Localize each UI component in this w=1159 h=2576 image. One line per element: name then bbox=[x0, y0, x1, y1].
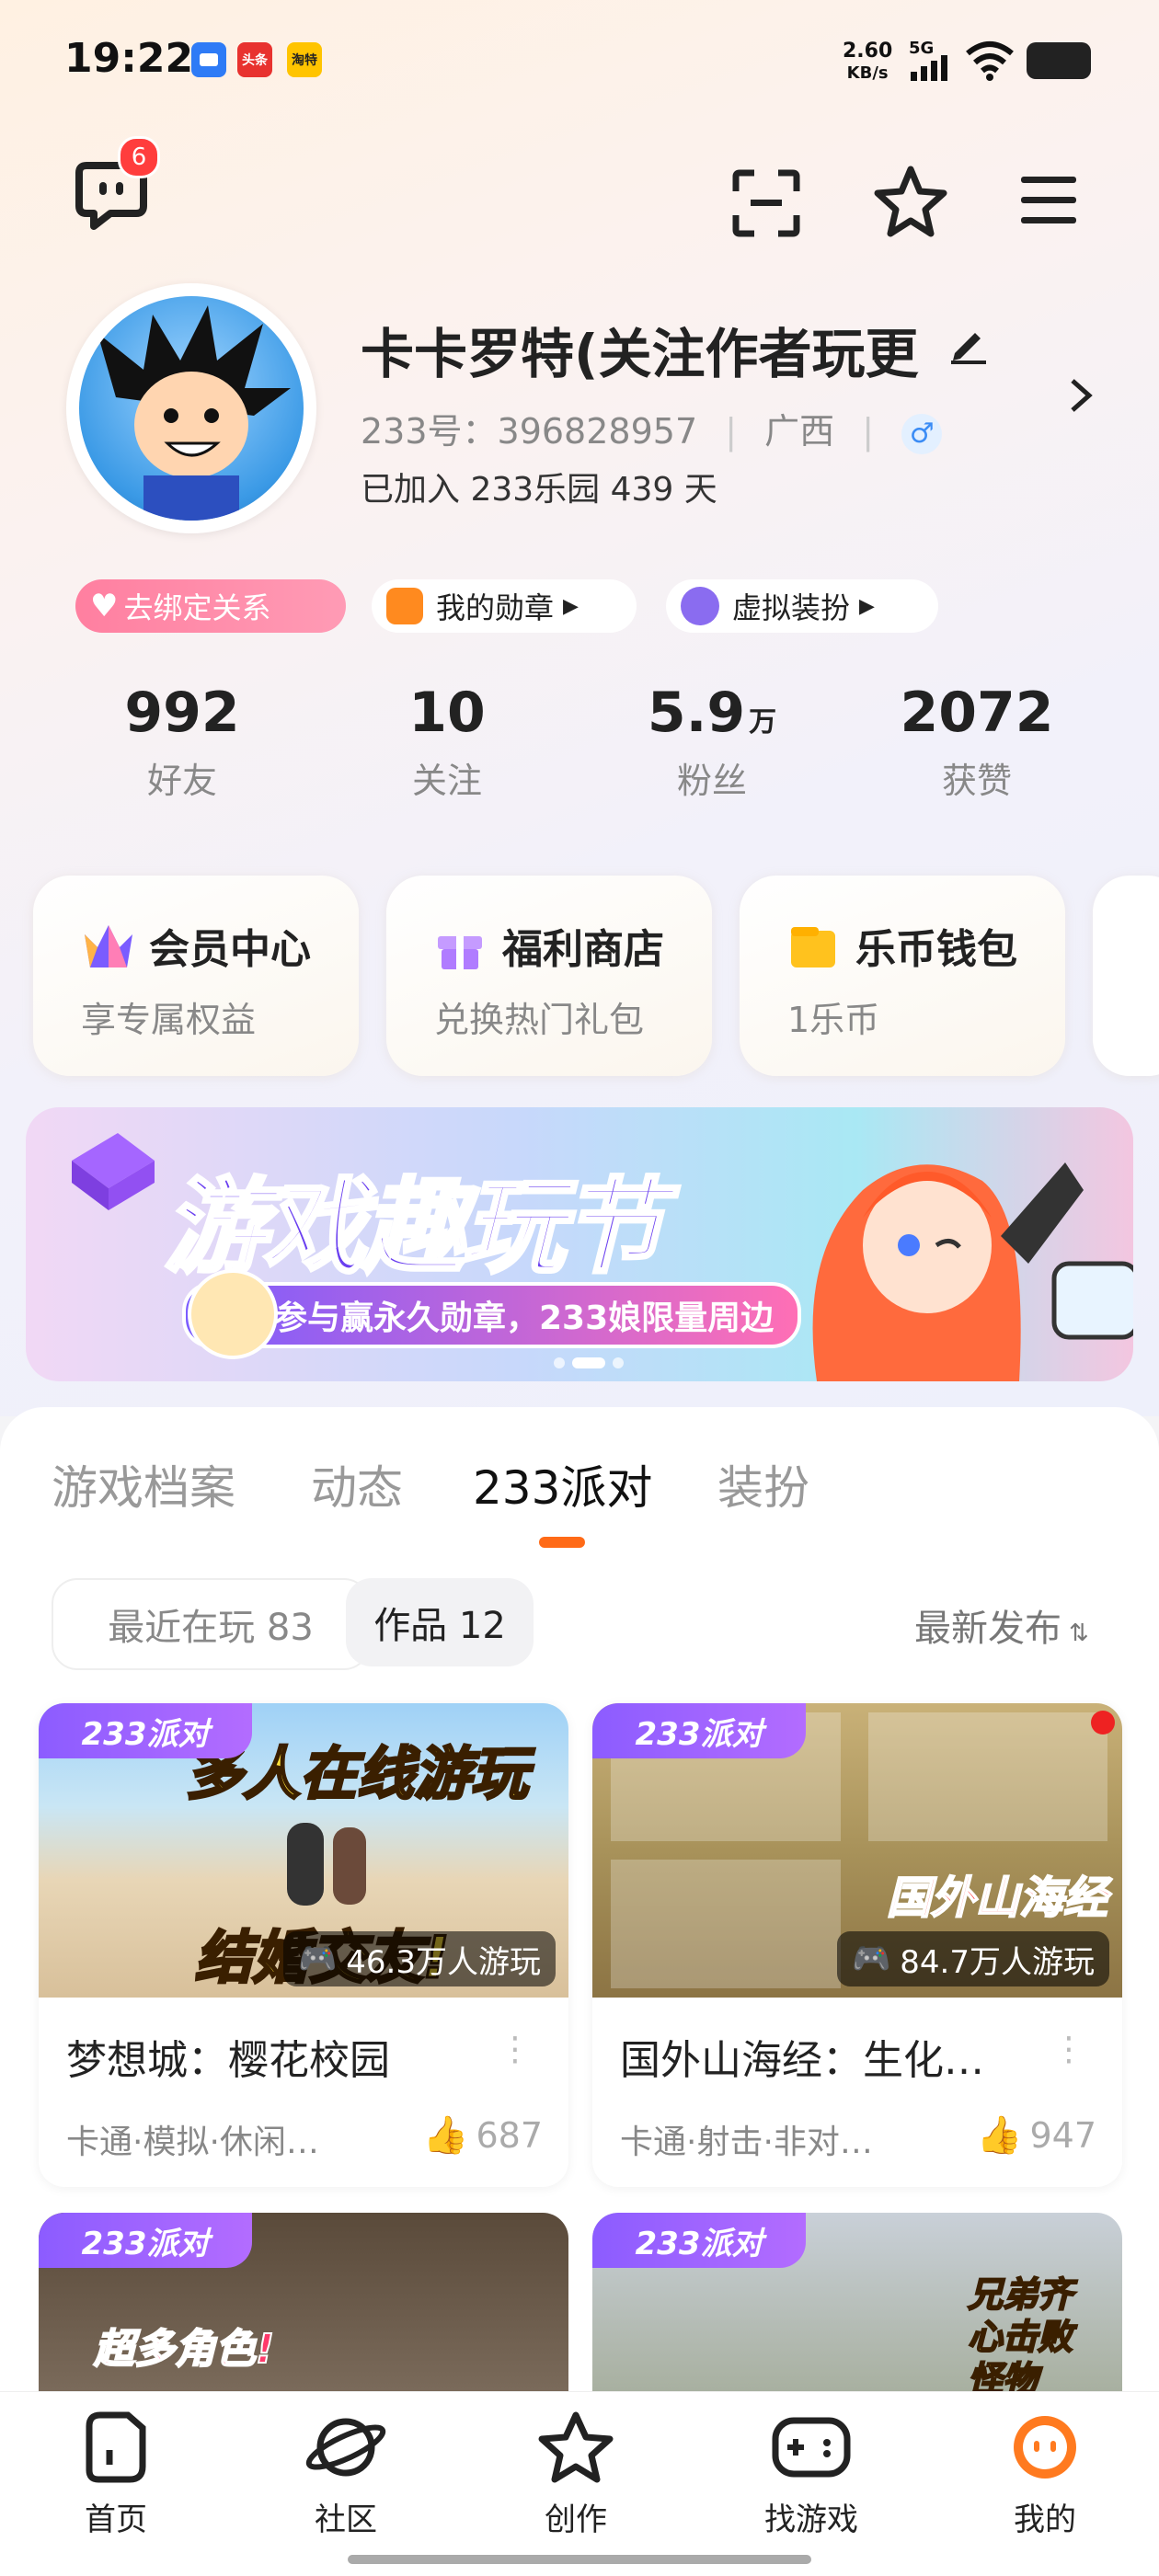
thumbs-up-icon: 👍 bbox=[976, 2114, 1023, 2157]
game-tags: 卡通·模拟·休闲… bbox=[66, 2124, 319, 2161]
close-icon bbox=[1091, 1711, 1115, 1735]
planet-icon bbox=[305, 2418, 386, 2477]
stat-fans[interactable]: 5.9 万 粉丝 bbox=[611, 681, 813, 803]
tab-233-party[interactable]: 233派对 bbox=[473, 1451, 652, 1517]
region: 广西 bbox=[764, 411, 835, 452]
signal-icon bbox=[911, 55, 947, 81]
uid-value[interactable]: 396828957 bbox=[498, 411, 698, 452]
triangle-right-icon: ▶ bbox=[859, 594, 875, 618]
nav-find-games[interactable]: 找游戏 bbox=[738, 2410, 885, 2539]
tab-activity[interactable]: 动态 bbox=[311, 1451, 403, 1517]
game-card[interactable]: 多人在线游玩 结婚交友! 233派对 🎮46.3万人游玩 梦想城：樱花校园 ⋮ … bbox=[39, 1703, 568, 2187]
game-card[interactable]: 国外山海经 233派对 🎮 84.7万人游玩 国外山海经：生化… ⋮ 卡通·射击·… bbox=[592, 1703, 1122, 2187]
medal-icon bbox=[386, 588, 423, 624]
thumbnail-caption: 超多角色! bbox=[93, 2325, 275, 2374]
likes[interactable]: 👍 947 bbox=[977, 2113, 1096, 2157]
party-tag: 233派对 bbox=[592, 2213, 806, 2268]
game-title: 国外山海经：生化… bbox=[620, 2037, 984, 2084]
gamepad-icon: 🎮 bbox=[297, 1941, 338, 1977]
toutiao-icon: 头条 bbox=[237, 42, 272, 77]
gamepad-icon: 🎮 bbox=[851, 1941, 891, 1977]
stat-friends[interactable]: 992 好友 bbox=[81, 681, 283, 803]
card-more-partial[interactable] bbox=[1093, 876, 1159, 1076]
promo-banner[interactable]: 游戏趣玩节 参与赢永久勋章，233娘限量周边 bbox=[26, 1107, 1133, 1381]
filter-works[interactable]: 作品 12 bbox=[346, 1578, 534, 1666]
game-card[interactable]: 233派对 超多角色! bbox=[39, 2213, 568, 2391]
thumbnail-caption: 国外山海经 bbox=[886, 1872, 1108, 1925]
status-time: 19:22 bbox=[64, 35, 194, 82]
tab-game-archive[interactable]: 游戏档案 bbox=[52, 1451, 235, 1517]
chevron-right-icon[interactable] bbox=[1067, 377, 1095, 414]
game-card[interactable]: 233派对 兄弟齐心击败怪物 bbox=[592, 2213, 1122, 2391]
gift-icon bbox=[438, 936, 482, 969]
nav-community[interactable]: 社区 bbox=[272, 2410, 419, 2539]
stat-likes[interactable]: 2072 获赞 bbox=[876, 681, 1078, 803]
play-count: 🎮 46.3万人游玩 bbox=[282, 1931, 556, 1986]
likes[interactable]: 👍 687 bbox=[423, 2113, 543, 2157]
favorite-star-icon[interactable] bbox=[874, 164, 947, 237]
mascot-character bbox=[812, 1162, 1133, 1381]
game-tags: 卡通·射击·非对… bbox=[620, 2124, 873, 2161]
carousel-dot-active[interactable] bbox=[572, 1357, 605, 1368]
app-notification-icon bbox=[191, 42, 226, 77]
more-vertical-icon[interactable]: ⋮ bbox=[499, 2031, 532, 2068]
thumbs-up-icon: 👍 bbox=[422, 2114, 469, 2157]
username[interactable]: 卡卡罗特(关注作者玩更 bbox=[361, 311, 919, 388]
my-medals-chip[interactable]: 我的勋章 ▶ bbox=[372, 579, 637, 633]
cat-mask-icon bbox=[681, 587, 719, 625]
gamepad-icon bbox=[772, 2417, 851, 2478]
crown-icon bbox=[85, 925, 132, 967]
tab-active-indicator bbox=[539, 1537, 585, 1548]
home-icon bbox=[86, 2411, 146, 2483]
uid-row: 233号：396828957 | 广西 | ♂ bbox=[361, 403, 943, 454]
nav-me[interactable]: 我的 bbox=[971, 2410, 1119, 2539]
home-indicator[interactable] bbox=[348, 2555, 811, 2564]
hearts-icon: ♥ bbox=[90, 588, 119, 624]
stat-following[interactable]: 10 关注 bbox=[346, 681, 548, 803]
gender-male-icon: ♂ bbox=[901, 413, 943, 454]
edit-icon[interactable] bbox=[947, 322, 990, 364]
play-count: 🎮 84.7万人游玩 bbox=[836, 1931, 1109, 1986]
card-coin-wallet[interactable]: 乐币钱包 1乐币 bbox=[740, 876, 1065, 1076]
menu-icon[interactable] bbox=[1019, 175, 1078, 226]
game-title: 梦想城：樱花校园 bbox=[66, 2037, 390, 2084]
uid-label: 233号： bbox=[361, 411, 498, 452]
scan-icon[interactable] bbox=[732, 169, 800, 237]
wallet-icon bbox=[791, 927, 835, 967]
triangle-right-icon: ▶ bbox=[563, 594, 579, 618]
thumbnail-caption: 兄弟齐心击败怪物 bbox=[967, 2273, 1073, 2391]
star-create-icon bbox=[538, 2411, 614, 2483]
carousel-dot[interactable] bbox=[554, 1357, 565, 1368]
virtual-avatar-chip[interactable]: 虚拟装扮 ▶ bbox=[666, 579, 938, 633]
medal-badge-icon bbox=[188, 1269, 278, 1359]
taote-icon: 淘特 bbox=[287, 42, 322, 77]
carousel-dot[interactable] bbox=[613, 1357, 624, 1368]
lego-brick-icon bbox=[72, 1133, 155, 1210]
nav-home[interactable]: 首页 bbox=[42, 2410, 189, 2539]
joined-days: 已加入 233乐园 439 天 bbox=[361, 471, 717, 509]
filter-recent-played[interactable]: 最近在玩 83 bbox=[52, 1578, 370, 1670]
sort-icon: ⇅ bbox=[1069, 1620, 1089, 1647]
me-avatar-icon bbox=[1014, 2416, 1076, 2479]
tab-dressup[interactable]: 装扮 bbox=[717, 1451, 809, 1517]
more-vertical-icon[interactable]: ⋮ bbox=[1052, 2031, 1085, 2068]
message-badge: 6 bbox=[118, 136, 160, 178]
battery-icon bbox=[1027, 42, 1091, 79]
wifi-icon bbox=[966, 41, 1014, 81]
avatar[interactable] bbox=[66, 283, 316, 533]
card-welfare-store[interactable]: 福利商店 兑换热门礼包 bbox=[386, 876, 712, 1076]
sort-dropdown[interactable]: 最新发布 ⇅ bbox=[914, 1598, 1089, 1652]
party-tag: 233派对 bbox=[39, 1703, 252, 1758]
unbind-relation-chip[interactable]: ♥ 去绑定关系 bbox=[75, 579, 346, 633]
card-membership[interactable]: 会员中心 享专属权益 bbox=[33, 876, 359, 1076]
nav-create[interactable]: 创作 bbox=[502, 2410, 649, 2539]
party-tag: 233派对 bbox=[39, 2213, 252, 2268]
party-tag: 233派对 bbox=[592, 1703, 806, 1758]
net-speed: 2.60 KB/s bbox=[843, 40, 893, 84]
